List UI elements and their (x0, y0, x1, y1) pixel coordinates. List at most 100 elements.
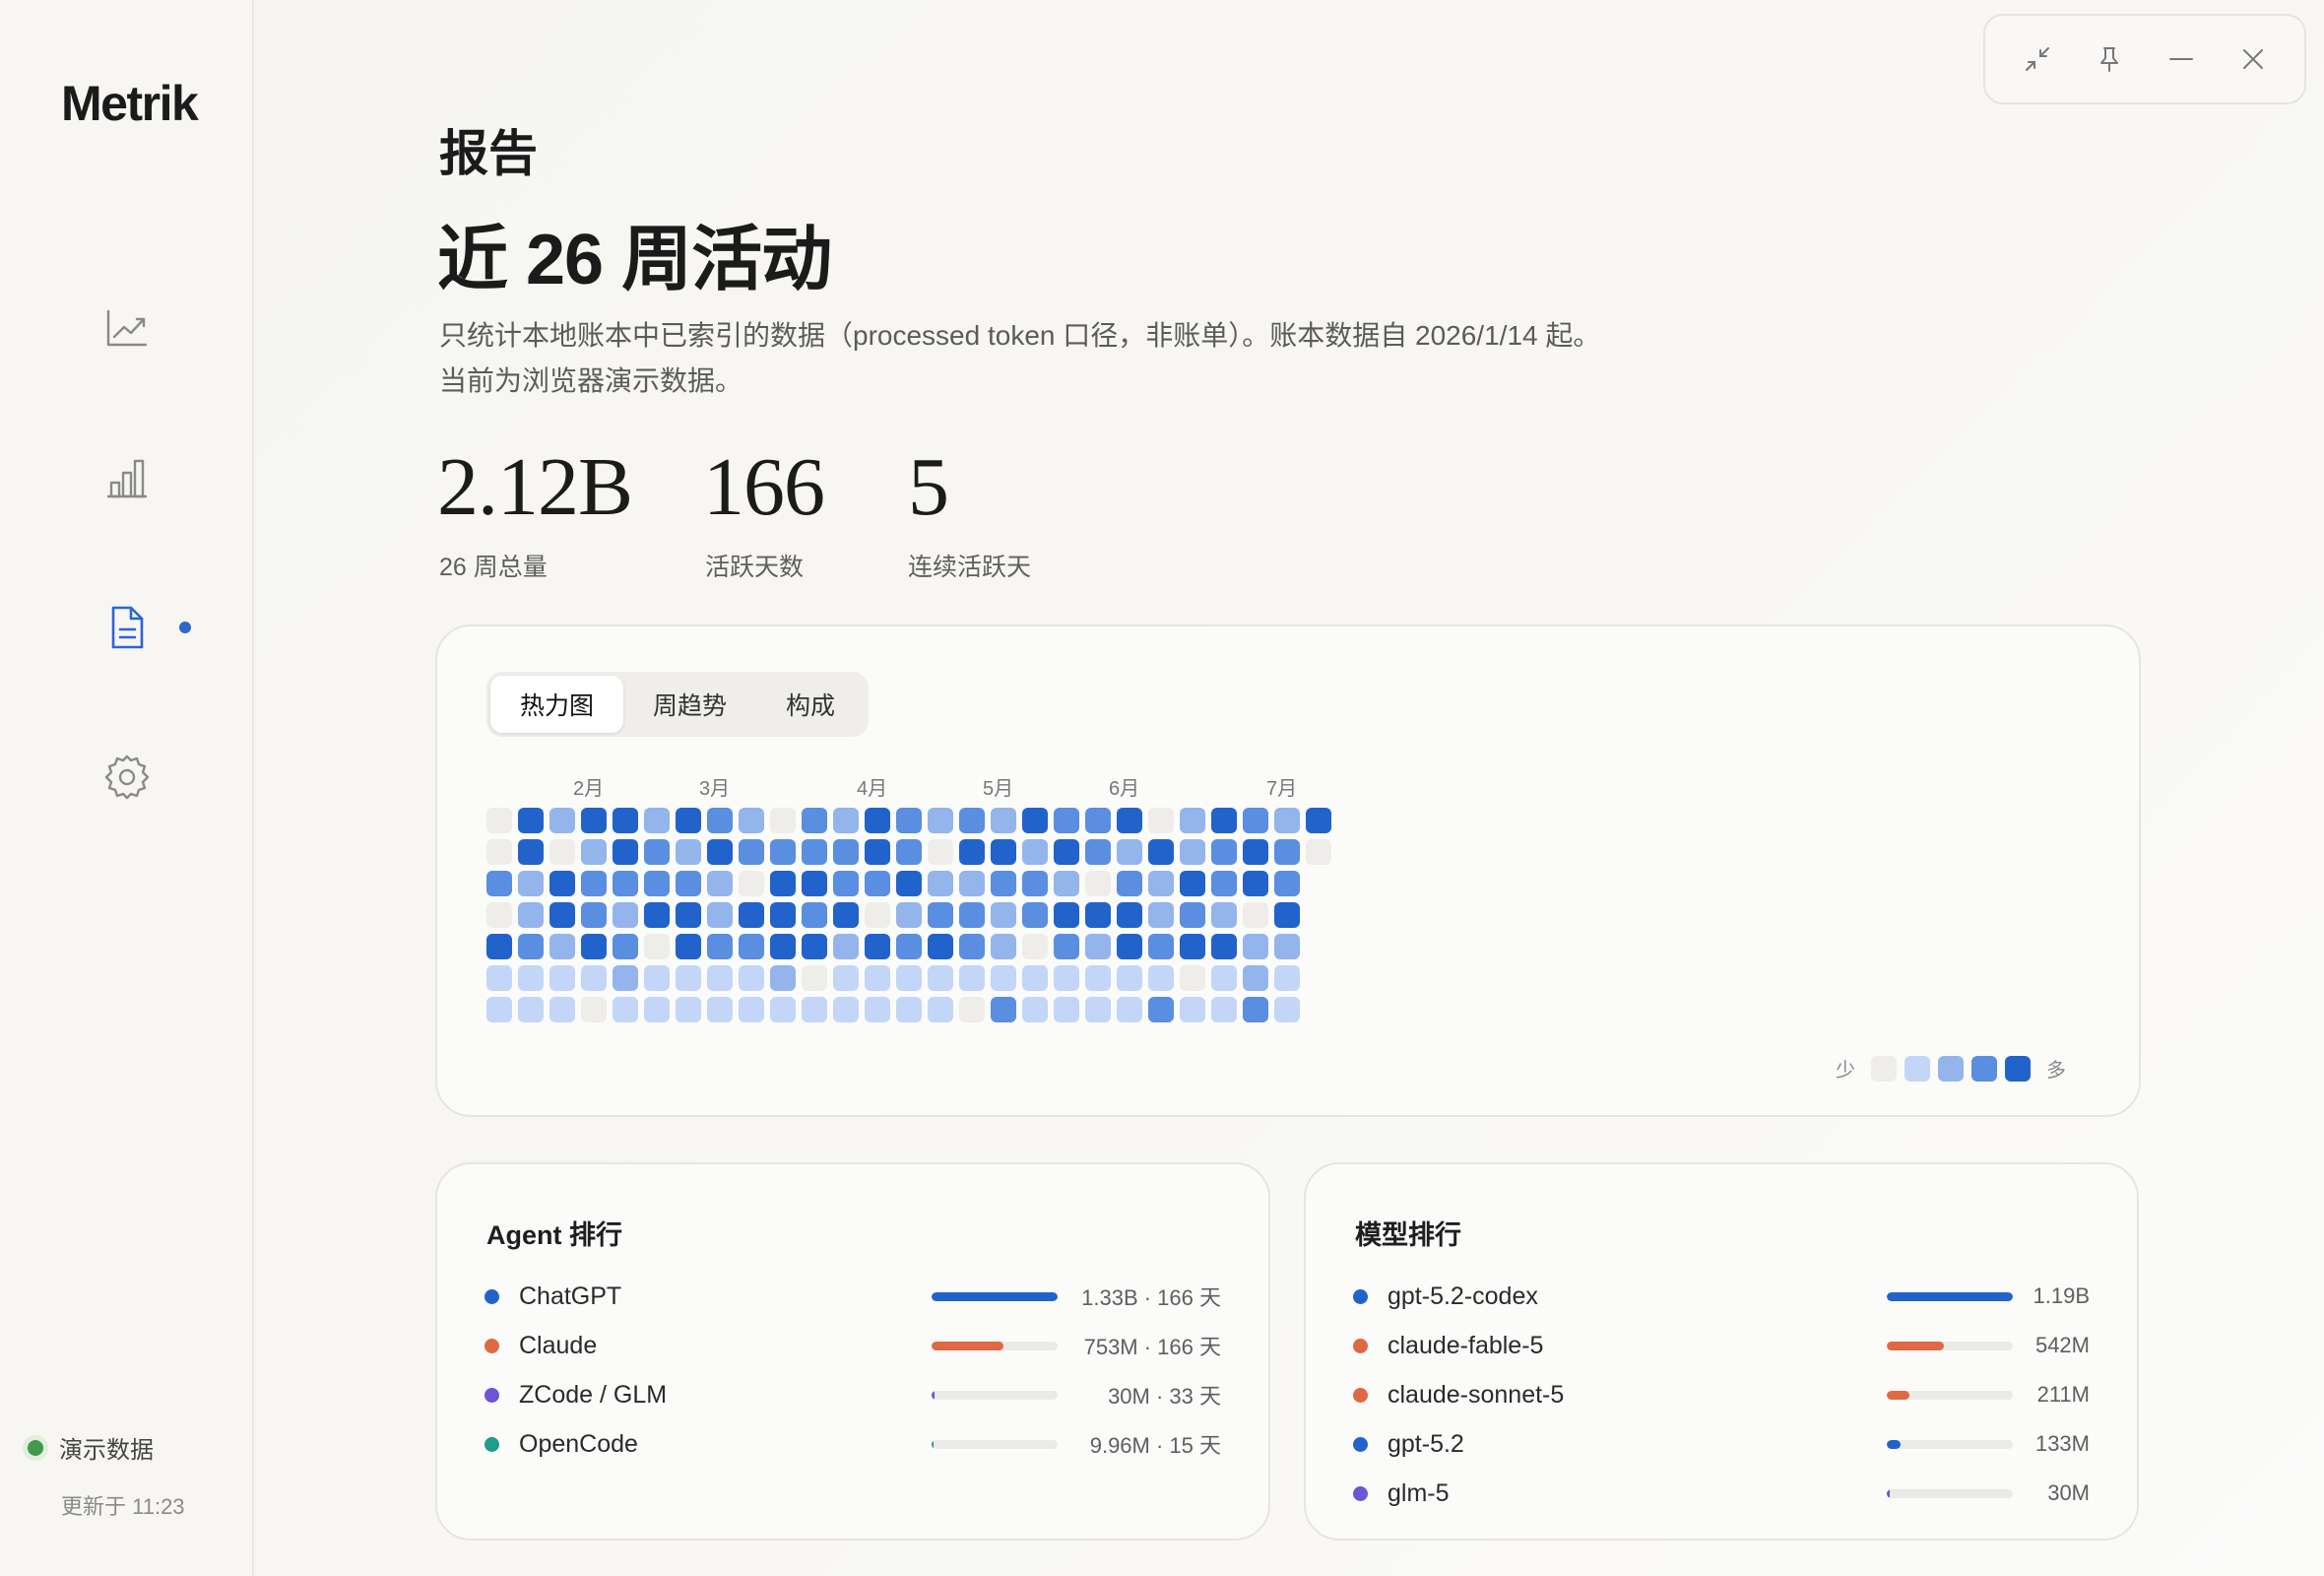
ranking-row[interactable]: gpt-5.2 133M (1353, 1424, 2090, 1464)
ranking-row[interactable]: OpenCode 9.96M · 15 天 (484, 1424, 1221, 1464)
heatmap-cell (613, 871, 638, 896)
ranking-value: 1.33B · 166 天 (1081, 1285, 1221, 1310)
nav-trend[interactable] (95, 296, 160, 361)
tab-heatmap[interactable]: 热力图 (490, 676, 624, 733)
heatmap-cell (644, 965, 670, 991)
legend-swatch (1971, 1055, 1997, 1082)
heatmap-cell (549, 902, 575, 928)
heatmap-cell (928, 871, 953, 896)
heatmap-cell (991, 965, 1016, 991)
heatmap-cell (581, 808, 607, 833)
heatmap-cell (486, 997, 512, 1022)
heatmap-cell (644, 871, 670, 896)
heatmap-cell (613, 839, 638, 865)
heatmap-cell (865, 808, 890, 833)
heatmap-cell (644, 997, 670, 1022)
heatmap-cell (486, 839, 512, 865)
heatmap-cell (613, 997, 638, 1022)
ranking-row[interactable]: claude-fable-5 542M (1353, 1326, 2090, 1365)
heatmap-cell (644, 808, 670, 833)
series-color-dot (484, 1338, 499, 1353)
heatmap-cell (1148, 934, 1174, 959)
heatmap-cell (1022, 997, 1048, 1022)
legend-low-label: 少 (1836, 1060, 1855, 1082)
heatmap-cell (833, 902, 859, 928)
heatmap-cell (1022, 965, 1048, 991)
section-eyebrow: 报告 (439, 126, 538, 181)
nav-stats[interactable] (95, 445, 160, 510)
ranking-name: claude-sonnet-5 (1388, 1380, 1565, 1409)
minimize-button[interactable] (2158, 35, 2205, 83)
ranking-name: OpenCode (519, 1429, 638, 1458)
nav-settings[interactable] (95, 745, 160, 810)
ranking-name: ChatGPT (519, 1281, 622, 1310)
tab-composition[interactable]: 构成 (756, 676, 865, 733)
heatmap-cell (676, 839, 701, 865)
heatmap-cell (802, 839, 827, 865)
nav-reports[interactable] (95, 595, 160, 660)
ranking-bar-fill (932, 1390, 935, 1400)
heatmap-cell (518, 808, 544, 833)
heatmap-cell (1054, 965, 1079, 991)
heatmap-cell (707, 808, 733, 833)
ranking-value: 753M · 166 天 (1083, 1335, 1221, 1359)
heatmap-cell (896, 902, 922, 928)
collapse-button[interactable] (2014, 35, 2061, 83)
heatmap-cell (1022, 902, 1048, 928)
heatmap-cell (833, 871, 859, 896)
page-title: 近 26 周活动 (437, 221, 832, 299)
heatmap-cell (676, 934, 701, 959)
heatmap-cell (1211, 871, 1237, 896)
ranking-row[interactable]: claude-sonnet-5 211M (1353, 1375, 2090, 1414)
ranking-row[interactable]: glm-5 30M (1353, 1474, 2090, 1513)
legend-swatch (1938, 1055, 1964, 1082)
series-color-dot (484, 1436, 499, 1452)
heatmap-cell (486, 871, 512, 896)
pin-icon (2099, 47, 2118, 72)
window-controls (1983, 14, 2306, 104)
heatmap-cell (802, 902, 827, 928)
heatmap-cell (1274, 808, 1300, 833)
series-color-dot (1353, 1387, 1368, 1403)
heatmap-cell (1022, 808, 1048, 833)
ranking-row[interactable]: ChatGPT 1.33B · 166 天 (484, 1277, 1221, 1316)
heatmap-cell (739, 871, 764, 896)
heatmap-cell (707, 902, 733, 928)
heatmap-cell (833, 808, 859, 833)
stat-streak-value: 5 (908, 441, 949, 533)
tab-weekly-trend[interactable]: 周趋势 (623, 676, 756, 733)
heatmap-cell (1180, 934, 1205, 959)
ranking-bar (1887, 1488, 2013, 1498)
ranking-row[interactable]: ZCode / GLM 30M · 33 天 (484, 1375, 1221, 1414)
heatmap-cell (486, 934, 512, 959)
heatmap-cell (518, 934, 544, 959)
ranking-name: claude-fable-5 (1388, 1331, 1544, 1359)
ranking-bar-fill (932, 1341, 1003, 1350)
pin-button[interactable] (2086, 35, 2133, 83)
heatmap-cell (1117, 871, 1142, 896)
heatmap-cell (518, 997, 544, 1022)
ranking-bar (932, 1439, 1058, 1449)
heatmap-cell (581, 997, 607, 1022)
ranking-bar (932, 1390, 1058, 1400)
heatmap-cell (959, 808, 985, 833)
heatmap-cell (928, 902, 953, 928)
close-button[interactable] (2229, 35, 2277, 83)
ranking-row[interactable]: Claude 753M · 166 天 (484, 1326, 1221, 1365)
ranking-row[interactable]: gpt-5.2-codex 1.19B (1353, 1277, 2090, 1316)
heatmap-cell (739, 997, 764, 1022)
heatmap-cell (928, 934, 953, 959)
heatmap-cell (1148, 902, 1174, 928)
heatmap-cell (1180, 997, 1205, 1022)
gear-icon (104, 755, 150, 800)
heatmap-cell (865, 997, 890, 1022)
heatmap-cell (896, 965, 922, 991)
heatmap-cell (549, 965, 575, 991)
heatmap-cell (1243, 871, 1268, 896)
ranking-bar-fill (932, 1291, 1058, 1301)
heatmap-cell (833, 839, 859, 865)
heatmap-cell (991, 839, 1016, 865)
heatmap-cell (1085, 934, 1111, 959)
heatmap-cell (991, 934, 1016, 959)
series-color-dot (1353, 1338, 1368, 1353)
